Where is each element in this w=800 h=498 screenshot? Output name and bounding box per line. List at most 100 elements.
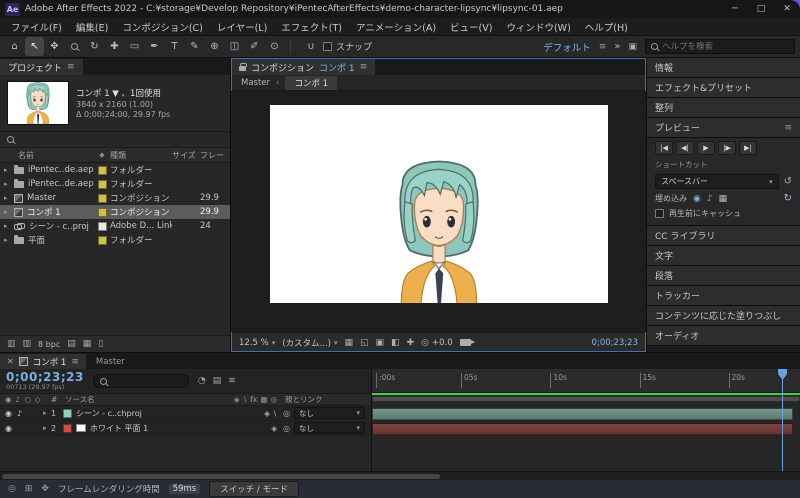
transparency-grid-icon[interactable]: ◧ xyxy=(391,338,400,348)
cache-checkbox[interactable] xyxy=(655,209,664,218)
tab-composition[interactable]: コンポジション コンポ 1 ≡ xyxy=(231,59,376,75)
panel-tracker[interactable]: トラッカー xyxy=(647,286,800,305)
panel-character[interactable]: 文字 xyxy=(647,246,800,265)
project-bit-depth[interactable]: 8 bpc xyxy=(38,340,60,349)
help-search-input[interactable] xyxy=(662,41,789,52)
video-eye-icon[interactable]: ◉ xyxy=(693,194,701,204)
region-of-interest-icon[interactable]: ▣ xyxy=(376,338,385,348)
panel-menu-icon[interactable]: ≡ xyxy=(360,62,368,72)
label-chip[interactable] xyxy=(97,235,107,245)
project-row-master[interactable]: ▸ Master コンポジション 29.9 xyxy=(0,191,230,205)
layer-bar-2[interactable] xyxy=(372,423,793,435)
audio-icon[interactable]: ♪ xyxy=(707,194,713,204)
pen-tool[interactable]: ✒ xyxy=(145,37,164,56)
layer-visibility-toggle[interactable]: ◉ xyxy=(5,424,12,433)
menu-window[interactable]: ウィンドウ(W) xyxy=(499,20,577,34)
timeline-track-area[interactable]: :00s 05s 10s 15s 20s xyxy=(372,369,800,471)
composition-viewport[interactable] xyxy=(231,91,646,332)
menu-view[interactable]: ビュー(V) xyxy=(443,20,499,34)
maximize-button[interactable]: □ xyxy=(748,0,774,18)
reset-icon[interactable]: ↺ xyxy=(784,176,792,187)
twirl-icon[interactable]: ▸ xyxy=(43,424,51,432)
layer-source-name[interactable]: ホワイト 平面 1 xyxy=(90,423,148,434)
work-area-bar[interactable] xyxy=(372,396,800,402)
panel-paragraph[interactable]: 段落 xyxy=(647,266,800,285)
timeline-timecode[interactable]: 0;00;23;23 xyxy=(6,371,84,383)
layer-source-name[interactable]: シーン - c..chproj xyxy=(76,408,142,419)
status-toggle-icon-3[interactable]: ✥ xyxy=(41,484,49,494)
menu-composition[interactable]: コンポジション(C) xyxy=(115,20,210,34)
menu-layer[interactable]: レイヤー(L) xyxy=(210,20,274,34)
close-tab-icon[interactable]: ✕ xyxy=(7,357,14,366)
shape-tool[interactable]: ▭ xyxy=(125,37,144,56)
share-icon[interactable]: ▣ xyxy=(628,42,637,52)
timeline-search-input[interactable] xyxy=(110,376,182,386)
timeline-tab-comp1[interactable]: ✕ コンポ 1 ≡ xyxy=(0,354,86,369)
graph-editor-icon[interactable]: ≋ xyxy=(228,376,236,386)
panel-libraries[interactable]: CC ライブラリ xyxy=(647,226,800,245)
twirl-icon[interactable]: ▸ xyxy=(4,222,10,230)
type-tool[interactable]: T xyxy=(165,37,184,56)
clear-icon[interactable]: ▥ xyxy=(23,339,32,349)
label-chip[interactable] xyxy=(97,165,107,175)
tab-project[interactable]: プロジェクト ≡ xyxy=(0,59,83,75)
panel-content-aware-fill[interactable]: コンテンツに応じた塗りつぶし xyxy=(647,306,800,325)
panel-menu-icon[interactable]: ≡ xyxy=(784,123,792,133)
project-row-folder-2[interactable]: ▸ iPentec..de.aep フォルダー xyxy=(0,177,230,191)
close-button[interactable]: ✕ xyxy=(774,0,800,18)
snap-checkbox[interactable] xyxy=(323,42,332,51)
eraser-tool[interactable]: ◫ xyxy=(225,37,244,56)
new-folder-icon[interactable]: ▤ xyxy=(67,339,76,349)
project-search-input[interactable] xyxy=(19,134,223,145)
view-layout-icon[interactable]: ✚ xyxy=(407,338,415,348)
overlays-icon[interactable]: ▦ xyxy=(719,194,728,204)
brush-tool[interactable]: ✎ xyxy=(185,37,204,56)
loop-icon[interactable]: ↻ xyxy=(784,193,792,204)
source-name-column[interactable]: ソース名 xyxy=(65,394,217,405)
trash-icon[interactable]: ▯ xyxy=(98,339,103,349)
roto-brush-tool[interactable]: ✐ xyxy=(245,37,264,56)
hand-tool[interactable]: ✥ xyxy=(45,37,64,56)
next-frame-button[interactable]: |▶ xyxy=(718,141,736,155)
panel-info[interactable]: 情報 xyxy=(647,58,800,77)
parent-link-column[interactable]: 親とリンク xyxy=(283,394,371,405)
zoom-tool[interactable] xyxy=(65,37,84,56)
workspace-menu-icon[interactable]: ≡ xyxy=(599,42,607,52)
lock-icon[interactable] xyxy=(239,63,247,71)
magnification-dropdown[interactable]: 12.5 % ▾ xyxy=(239,338,275,348)
panel-menu-icon[interactable]: ≡ xyxy=(71,357,79,367)
layer-switches[interactable]: ◈ xyxy=(217,424,283,433)
exposure-control[interactable]: ◎ +0.0 xyxy=(421,338,453,348)
parent-dropdown[interactable]: なし ▾ xyxy=(293,422,365,434)
column-name[interactable]: 名前 xyxy=(0,150,94,161)
layer-visibility-toggle[interactable]: ◉ xyxy=(5,409,12,418)
previous-frame-button[interactable]: ◀| xyxy=(676,141,694,155)
first-frame-button[interactable]: |◀ xyxy=(655,141,673,155)
panel-effects-presets[interactable]: エフェクト&プリセット xyxy=(647,78,800,97)
pick-whip-icon[interactable]: ◎ xyxy=(283,424,290,433)
snap-toggle[interactable]: ∪ スナップ xyxy=(304,37,372,56)
timeline-horizontal-scrollbar[interactable] xyxy=(0,471,800,480)
draft-3d-icon[interactable]: ▤ xyxy=(213,376,222,386)
help-search-field[interactable] xyxy=(645,39,795,54)
column-type[interactable]: 種類 xyxy=(110,150,172,161)
pick-whip-icon[interactable]: ◎ xyxy=(283,409,290,418)
layer-switches[interactable]: ◈ ∖ xyxy=(217,409,283,418)
menu-help[interactable]: ヘルプ(H) xyxy=(578,20,635,34)
time-ruler[interactable]: :00s 05s 10s 15s 20s xyxy=(372,369,800,393)
column-framerate[interactable]: フレー xyxy=(200,150,230,161)
timeline-search-field[interactable] xyxy=(92,374,189,388)
orbit-tool[interactable]: ↻ xyxy=(85,37,104,56)
cache-before-playback-row[interactable]: 再生前にキャッシュ xyxy=(655,208,792,219)
snapshot-camera-icon[interactable] xyxy=(459,339,475,346)
twirl-icon[interactable]: ▸ xyxy=(4,166,10,174)
project-row-comp1[interactable]: ▸ コンポ 1 コンポジション 29.9 xyxy=(0,205,230,219)
column-size[interactable]: サイズ xyxy=(172,150,200,161)
new-composition-icon[interactable]: ▦ xyxy=(83,339,92,349)
interpret-footage-icon[interactable]: ▥ xyxy=(7,339,16,349)
resolution-dropdown[interactable]: (カスタム...) ▾ xyxy=(282,337,337,349)
status-toggle-icon-2[interactable]: ⊞ xyxy=(25,484,33,494)
menu-edit[interactable]: 編集(E) xyxy=(69,20,115,34)
selection-tool[interactable]: ↖ xyxy=(25,37,44,56)
current-time-display[interactable]: 0;00;23;23 00713 (29.97 fps) xyxy=(6,371,84,391)
